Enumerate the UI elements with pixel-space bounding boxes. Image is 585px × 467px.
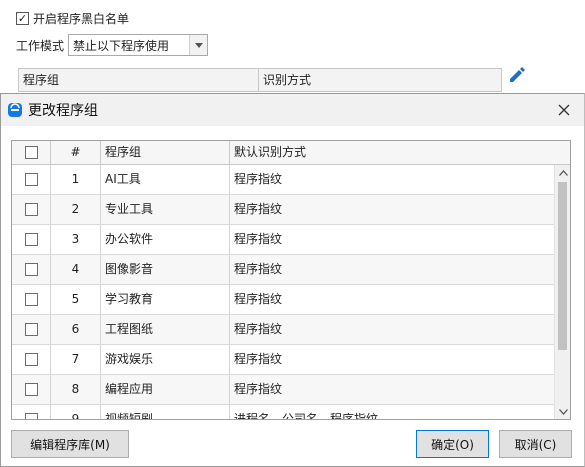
table-row[interactable]: 5 学习教育 程序指纹 [12,285,555,315]
table-header: # 程序组 默认识别方式 [12,141,555,165]
row-number: 8 [51,375,101,404]
row-group-name: AI工具 [101,165,230,194]
close-icon[interactable] [554,100,574,120]
row-checkbox-cell [12,405,51,419]
chevron-down-icon[interactable] [189,35,208,55]
scrollbar-thumb[interactable] [558,182,567,350]
row-checkbox[interactable] [24,263,38,276]
change-program-group-dialog: 更改程序组 # 程序组 默认识别方式 1 AI工具 程序指纹 2 专业工具 程序… [0,93,585,467]
table-row[interactable]: 3 办公软件 程序指纹 [12,225,555,255]
row-identify-mode: 程序指纹 [230,375,555,404]
row-number: 5 [51,285,101,314]
row-identify-mode: 程序指纹 [230,315,555,344]
row-checkbox-cell [12,255,51,284]
row-checkbox-cell [12,345,51,374]
scroll-up-arrow-icon[interactable] [555,165,570,181]
row-number: 3 [51,225,101,254]
row-number: 2 [51,195,101,224]
table-row[interactable]: 9 视频短剧 进程名、公司名、程序指纹 [12,405,555,419]
header-number: # [51,141,101,164]
table-row[interactable]: 2 专业工具 程序指纹 [12,195,555,225]
row-checkbox[interactable] [24,413,38,419]
row-group-name: 图像影音 [101,255,230,284]
row-identify-mode: 程序指纹 [230,165,555,194]
row-checkbox[interactable] [24,323,38,336]
header-scroll-spacer [554,141,570,165]
row-checkbox[interactable] [24,203,38,216]
row-group-name: 编程应用 [101,375,230,404]
row-identify-mode: 程序指纹 [230,285,555,314]
app-logo-icon [8,103,22,117]
row-group-name: 办公软件 [101,225,230,254]
work-mode-select[interactable]: 禁止以下程序使用 [68,34,209,56]
row-group-name: 视频短剧 [101,405,230,419]
row-number: 4 [51,255,101,284]
dialog-title-bar[interactable]: 更改程序组 [1,94,584,126]
background-settings-panel: ✓ 开启程序黑白名单 工作模式 禁止以下程序使用 程序组 识别方式 [0,0,585,100]
blacklist-toggle[interactable]: ✓ 开启程序黑白名单 [16,10,129,26]
table-row[interactable]: 8 编程应用 程序指纹 [12,375,555,405]
row-checkbox[interactable] [24,353,38,366]
work-mode-row: 工作模式 禁止以下程序使用 [16,34,209,56]
row-checkbox-cell [12,315,51,344]
row-group-name: 专业工具 [101,195,230,224]
row-identify-mode: 程序指纹 [230,345,555,374]
row-number: 1 [51,165,101,194]
bg-header-identify-mode: 识别方式 [263,73,312,87]
row-identify-mode: 程序指纹 [230,225,555,254]
cancel-button[interactable]: 取消(C) [499,430,572,458]
row-checkbox-cell [12,375,51,404]
ok-button[interactable]: 确定(O) [416,430,489,458]
table-row[interactable]: 4 图像影音 程序指纹 [12,255,555,285]
row-checkbox[interactable] [24,233,38,246]
header-program-group: 程序组 [101,141,230,164]
row-identify-mode: 程序指纹 [230,255,555,284]
vertical-scrollbar[interactable] [554,165,570,419]
header-select-all-cell [12,141,51,164]
row-checkbox-cell [12,285,51,314]
blacklist-checkbox[interactable]: ✓ [16,11,29,25]
row-checkbox[interactable] [24,173,38,186]
row-group-name: 学习教育 [101,285,230,314]
row-number: 7 [51,345,101,374]
row-checkbox[interactable] [24,293,38,306]
row-checkbox-cell [12,195,51,224]
edit-program-library-button[interactable]: 编辑程序库(M) [11,430,129,458]
row-checkbox[interactable] [24,383,38,396]
table-body: 1 AI工具 程序指纹 2 专业工具 程序指纹 3 办公软件 程序指纹 4 图像… [12,165,555,419]
pencil-icon[interactable] [507,66,525,84]
table-row[interactable]: 6 工程图纸 程序指纹 [12,315,555,345]
row-checkbox-cell [12,225,51,254]
row-group-name: 工程图纸 [101,315,230,344]
table-row[interactable]: 7 游戏娱乐 程序指纹 [12,345,555,375]
header-default-identify-mode: 默认识别方式 [230,141,555,164]
row-checkbox-cell [12,165,51,194]
bg-header-program-group: 程序组 [19,69,259,91]
row-group-name: 游戏娱乐 [101,345,230,374]
table-row[interactable]: 1 AI工具 程序指纹 [12,165,555,195]
select-all-checkbox[interactable] [24,146,38,159]
blacklist-label: 开启程序黑白名单 [33,11,130,26]
work-mode-value: 禁止以下程序使用 [73,38,170,53]
work-mode-label: 工作模式 [16,38,65,53]
row-number: 6 [51,315,101,344]
background-program-table-header: 程序组 识别方式 [18,68,502,92]
program-group-table: # 程序组 默认识别方式 1 AI工具 程序指纹 2 专业工具 程序指纹 3 办… [11,140,571,420]
dialog-title: 更改程序组 [28,103,98,119]
scroll-down-arrow-icon[interactable] [555,404,570,419]
row-number: 9 [51,405,101,419]
row-identify-mode: 进程名、公司名、程序指纹 [230,405,555,419]
row-identify-mode: 程序指纹 [230,195,555,224]
